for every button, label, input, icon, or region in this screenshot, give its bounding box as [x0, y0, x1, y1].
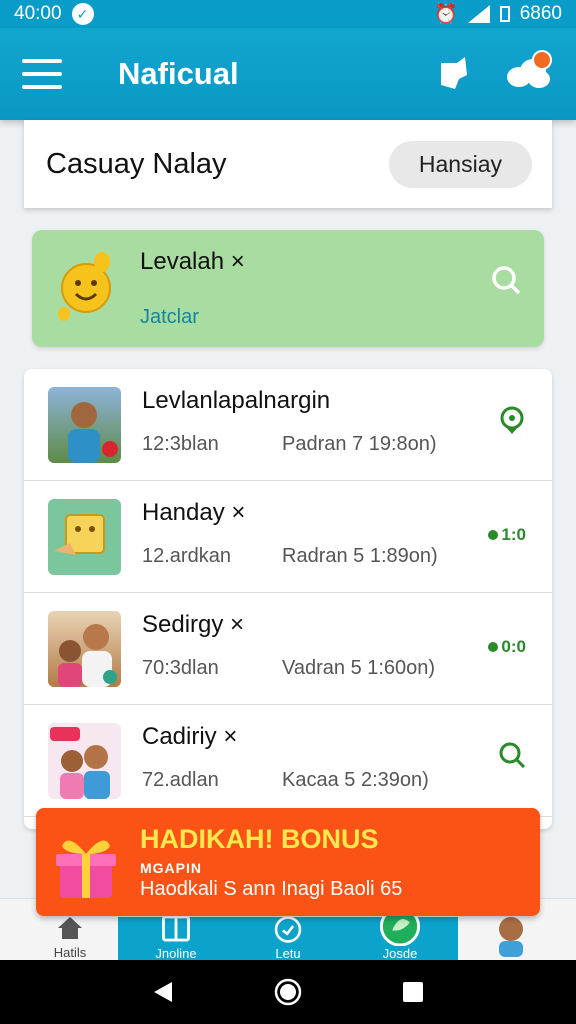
system-nav-bar — [0, 960, 576, 1024]
status-time: 40:00 — [14, 3, 62, 24]
notification-badge — [532, 50, 552, 70]
item-thumbnail — [48, 723, 121, 799]
list-item[interactable]: Levlanlapalnargin 12:3blan Padran 7 19:8… — [24, 369, 552, 481]
item-action[interactable]: 0:0 — [488, 637, 526, 657]
recents-button[interactable] — [393, 972, 433, 1012]
nav-label-tab4: Josde — [382, 946, 418, 961]
app-bar: Naficual — [0, 28, 576, 120]
item-detail: Radran 5 1:89on) — [282, 545, 438, 567]
menu-icon[interactable] — [22, 59, 62, 89]
item-action[interactable] — [498, 741, 526, 769]
header-pill-button[interactable]: Hansiay — [388, 140, 532, 188]
avatar — [499, 917, 523, 957]
bonus-banner[interactable]: HADIKAH! BONUS MGAPIN Haodkali S ann Ina… — [36, 808, 540, 916]
back-icon — [153, 982, 172, 1002]
item-subtitle: 12:3blan — [142, 433, 219, 455]
bonus-title: HADIKAH! BONUS — [140, 824, 379, 854]
status-battery-text: 6860 — [519, 3, 562, 24]
clock-icon — [274, 916, 302, 943]
home-button[interactable] — [268, 972, 308, 1012]
back-button[interactable] — [143, 972, 183, 1012]
alarm-icon: ⏰ — [434, 4, 458, 25]
item-action-label: 1:0 — [501, 525, 526, 544]
item-title: Levlanlapalnargin — [142, 387, 331, 414]
nav-label-tab3: Letu — [275, 946, 301, 961]
list-item[interactable]: Handay × 12.ardkan Radran 5 1:89on) 1:0 — [24, 481, 552, 593]
level-subtitle: Jatclar — [140, 306, 199, 328]
header-card: Casuay Nalay Hansiay — [24, 120, 552, 208]
gift-icon — [56, 840, 116, 898]
item-detail: Kacaa 5 2:39on) — [282, 769, 429, 791]
item-thumbnail — [48, 611, 121, 687]
item-list: Levlanlapalnargin 12:3blan Padran 7 19:8… — [24, 369, 552, 829]
home-circle-icon — [274, 978, 302, 1006]
item-action-label: 0:0 — [501, 637, 526, 656]
level-title: Levalah × — [140, 248, 245, 275]
header-title: Casuay Nalay — [46, 147, 227, 180]
item-subtitle: 12.ardkan — [142, 545, 231, 567]
recents-icon — [403, 982, 424, 1002]
item-thumbnail — [48, 387, 121, 463]
level-card[interactable]: Levalah × Jatclar — [32, 230, 544, 347]
list-item[interactable]: Sedirgy × 70:3dlan Vadran 5 1:60on) 0:0 — [24, 593, 552, 705]
item-title: Handay × — [142, 499, 246, 526]
pin-icon — [441, 57, 467, 89]
nav-label-home: Hatils — [53, 945, 87, 960]
item-title: Cadiriy × — [142, 723, 238, 750]
item-subtitle: 70:3dlan — [142, 657, 219, 679]
item-thumbnail — [48, 499, 121, 575]
pin-button[interactable] — [428, 48, 480, 100]
status-dot — [488, 530, 499, 540]
tablet-icon — [162, 915, 190, 942]
search-icon[interactable] — [490, 264, 522, 296]
item-title: Sedirgy × — [142, 611, 245, 638]
check-icon: ✓ — [71, 3, 94, 25]
location-icon — [500, 406, 524, 434]
item-action[interactable] — [498, 405, 526, 435]
item-action[interactable]: 1:0 — [488, 525, 526, 545]
item-subtitle: 72.adlan — [142, 769, 219, 791]
status-bar: 40:00 ✓ ⏰ 6860 — [0, 0, 576, 28]
app-title: Naficual — [118, 56, 239, 91]
nav-label-tab2: Jnoline — [155, 946, 197, 961]
search-icon — [499, 742, 526, 769]
item-detail: Padran 7 19:8on) — [282, 433, 437, 455]
bonus-label: MGAPIN — [140, 860, 202, 876]
item-detail: Vadran 5 1:60on) — [282, 657, 436, 679]
signal-icon — [467, 5, 490, 23]
status-dot — [488, 642, 499, 652]
list-item[interactable]: Cadiriy × 72.adlan Kacaa 5 2:39on) — [24, 705, 552, 817]
battery-icon — [499, 6, 510, 22]
bonus-text: Haodkali S ann Inagi Baoli 65 — [140, 878, 403, 900]
home-icon — [58, 917, 82, 939]
smiley-avatar-icon — [58, 252, 111, 321]
cloud-button[interactable] — [502, 48, 554, 100]
